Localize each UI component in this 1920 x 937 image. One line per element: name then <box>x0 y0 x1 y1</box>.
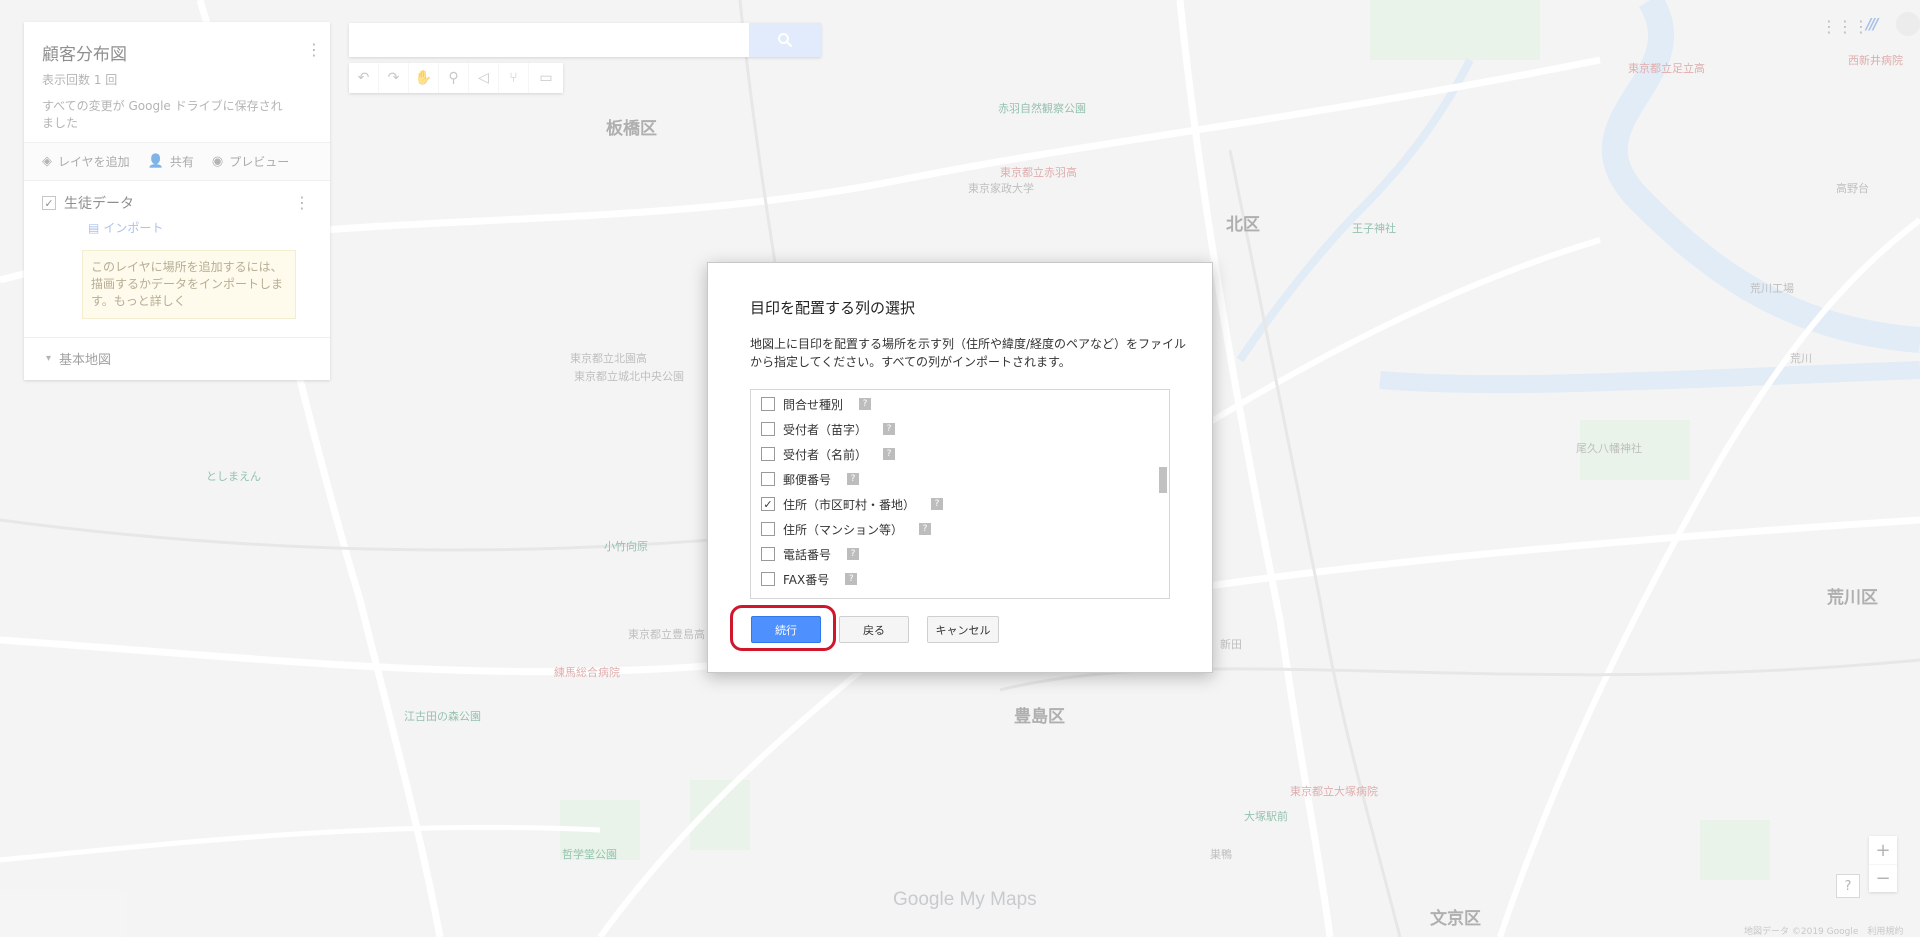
continue-button[interactable]: 続行 <box>751 616 821 643</box>
list-scrollbar[interactable] <box>1159 467 1167 493</box>
dialog-description: 地図上に目印を配置する場所を示す列（住所や緯度/経度のペアなど）をファイルから指… <box>750 337 1187 369</box>
column-label: 電話番号 <box>783 547 832 562</box>
help-icon[interactable]: ? <box>847 548 860 560</box>
column-label: FAX番号 <box>783 572 830 587</box>
help-icon[interactable]: ? <box>859 398 872 410</box>
back-button[interactable]: 戻る <box>839 616 909 643</box>
help-icon[interactable]: ? <box>931 498 944 510</box>
column-item[interactable]: FAX番号 ? <box>761 569 858 589</box>
help-icon[interactable]: ? <box>845 573 858 585</box>
column-checkbox[interactable] <box>761 447 775 461</box>
column-item[interactable]: 受付者（名前） ? <box>761 444 896 464</box>
help-icon[interactable]: ? <box>883 423 896 435</box>
column-list[interactable]: 問合せ種別 ? 受付者（苗字） ? 受付者（名前） ? 郵便番号 ? ✓ 住所（… <box>750 389 1170 599</box>
column-select-dialog: 目印を配置する列の選択 地図上に目印を配置する場所を示す列（住所や緯度/経度のペ… <box>707 262 1213 673</box>
column-item[interactable]: 電話番号 ? <box>761 544 860 564</box>
column-checkbox[interactable] <box>761 422 775 436</box>
column-label: 郵便番号 <box>783 472 832 487</box>
column-item[interactable]: 住所（マンション等） ? <box>761 519 932 539</box>
column-checkbox[interactable] <box>761 522 775 536</box>
column-label: 受付者（名前） <box>783 447 868 462</box>
dialog-title: 目印を配置する列の選択 <box>750 299 916 317</box>
column-label: 問合せ種別 <box>783 397 844 412</box>
column-label: 住所（マンション等） <box>783 522 904 537</box>
help-icon[interactable]: ? <box>919 523 932 535</box>
help-icon[interactable]: ? <box>883 448 896 460</box>
column-item[interactable]: ✓ 住所（市区町村・番地） ? <box>761 494 944 514</box>
column-checkbox[interactable] <box>761 572 775 586</box>
cancel-button[interactable]: キャンセル <box>927 616 999 643</box>
column-item[interactable]: 郵便番号 ? <box>761 469 860 489</box>
column-label: 受付者（苗字） <box>783 422 868 437</box>
column-item[interactable]: 受付者（苗字） ? <box>761 419 896 439</box>
column-checkbox[interactable] <box>761 397 775 411</box>
help-icon[interactable]: ? <box>847 473 860 485</box>
column-item[interactable]: 問合せ種別 ? <box>761 394 872 414</box>
column-checkbox[interactable] <box>761 547 775 561</box>
column-label: 住所（市区町村・番地） <box>783 497 916 512</box>
column-checkbox[interactable] <box>761 472 775 486</box>
column-checkbox[interactable]: ✓ <box>761 497 775 511</box>
